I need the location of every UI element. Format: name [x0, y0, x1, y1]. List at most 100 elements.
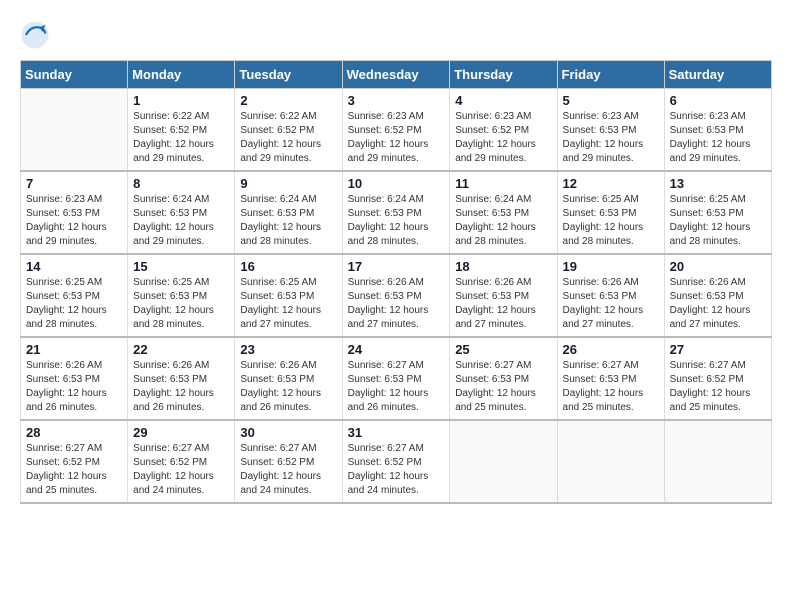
day-number: 22: [133, 342, 229, 357]
day-cell: 21Sunrise: 6:26 AMSunset: 6:53 PMDayligh…: [21, 337, 128, 420]
day-number: 16: [240, 259, 336, 274]
day-number: 10: [348, 176, 445, 191]
day-cell: 7 Sunrise: 6:23 AMSunset: 6:53 PMDaylight…: [21, 171, 128, 254]
day-number: 14: [26, 259, 122, 274]
calendar-header: SundayMondayTuesdayWednesdayThursdayFrid…: [21, 61, 772, 89]
day-number: 13: [670, 176, 766, 191]
calendar-body: 1 Sunrise: 6:22 AMSunset: 6:52 PMDaylight…: [21, 89, 772, 504]
day-number: 26: [563, 342, 659, 357]
day-number: 28: [26, 425, 122, 440]
day-number: 15: [133, 259, 229, 274]
day-info: Sunrise: 6:27 AMSunset: 6:53 PMDaylight:…: [348, 359, 445, 415]
day-number: 19: [563, 259, 659, 274]
day-cell: 18Sunrise: 6:26 AMSunset: 6:53 PMDayligh…: [450, 254, 557, 337]
day-info: Sunrise: 6:26 AMSunset: 6:53 PMDaylight:…: [348, 276, 445, 332]
day-info: Sunrise: 6:24 AMSunset: 6:53 PMDaylight:…: [240, 193, 336, 249]
header-day: Friday: [557, 61, 664, 89]
day-cell: 6Sunrise: 6:23 AMSunset: 6:53 PMDaylight…: [664, 89, 771, 172]
day-info: Sunrise: 6:26 AMSunset: 6:53 PMDaylight:…: [455, 276, 551, 332]
day-cell: 31Sunrise: 6:27 AMSunset: 6:52 PMDayligh…: [342, 420, 450, 503]
day-cell: 5 Sunrise: 6:23 AMSunset: 6:53 PMDaylight…: [557, 89, 664, 172]
day-info: Sunrise: 6:22 AMSunset: 6:52 PMDaylight:…: [240, 110, 336, 166]
day-info: Sunrise: 6:23 AMSunset: 6:52 PMDaylight:…: [455, 110, 551, 166]
day-info: Sunrise: 6:25 AMSunset: 6:53 PMDaylight:…: [133, 276, 229, 332]
day-info: Sunrise: 6:27 AMSunset: 6:52 PMDaylight:…: [670, 359, 766, 415]
header-day: Saturday: [664, 61, 771, 89]
day-cell: [664, 420, 771, 503]
header-day: Wednesday: [342, 61, 450, 89]
week-row: 7 Sunrise: 6:23 AMSunset: 6:53 PMDaylight…: [21, 171, 772, 254]
day-info: Sunrise: 6:26 AMSunset: 6:53 PMDaylight:…: [670, 276, 766, 332]
day-info: Sunrise: 6:25 AMSunset: 6:53 PMDaylight:…: [563, 193, 659, 249]
day-cell: 30Sunrise: 6:27 AMSunset: 6:52 PMDayligh…: [235, 420, 342, 503]
header-day: Tuesday: [235, 61, 342, 89]
day-cell: 13 Sunrise: 6:25 AMSunset: 6:53 PMDayligh…: [664, 171, 771, 254]
calendar-table: SundayMondayTuesdayWednesdayThursdayFrid…: [20, 60, 772, 504]
day-info: Sunrise: 6:25 AMSunset: 6:53 PMDaylight:…: [240, 276, 336, 332]
day-cell: 11Sunrise: 6:24 AMSunset: 6:53 PMDayligh…: [450, 171, 557, 254]
day-info: Sunrise: 6:25 AMSunset: 6:53 PMDaylight:…: [26, 276, 122, 332]
header-day: Monday: [128, 61, 235, 89]
day-cell: 15 Sunrise: 6:25 AMSunset: 6:53 PMDayligh…: [128, 254, 235, 337]
day-cell: 14 Sunrise: 6:25 AMSunset: 6:53 PMDayligh…: [21, 254, 128, 337]
day-number: 27: [670, 342, 766, 357]
day-cell: 27 Sunrise: 6:27 AMSunset: 6:52 PMDayligh…: [664, 337, 771, 420]
day-number: 23: [240, 342, 336, 357]
day-cell: 16 Sunrise: 6:25 AMSunset: 6:53 PMDayligh…: [235, 254, 342, 337]
day-cell: [450, 420, 557, 503]
day-cell: 1 Sunrise: 6:22 AMSunset: 6:52 PMDaylight…: [128, 89, 235, 172]
day-info: Sunrise: 6:22 AMSunset: 6:52 PMDaylight:…: [133, 110, 229, 166]
day-cell: 9 Sunrise: 6:24 AMSunset: 6:53 PMDaylight…: [235, 171, 342, 254]
day-cell: 24 Sunrise: 6:27 AMSunset: 6:53 PMDayligh…: [342, 337, 450, 420]
day-cell: 25 Sunrise: 6:27 AMSunset: 6:53 PMDayligh…: [450, 337, 557, 420]
day-cell: 2 Sunrise: 6:22 AMSunset: 6:52 PMDaylight…: [235, 89, 342, 172]
day-cell: 8 Sunrise: 6:24 AMSunset: 6:53 PMDaylight…: [128, 171, 235, 254]
day-info: Sunrise: 6:23 AMSunset: 6:52 PMDaylight:…: [348, 110, 445, 166]
logo-icon: [20, 20, 50, 50]
day-number: 20: [670, 259, 766, 274]
week-row: 1 Sunrise: 6:22 AMSunset: 6:52 PMDaylight…: [21, 89, 772, 172]
day-info: Sunrise: 6:23 AMSunset: 6:53 PMDaylight:…: [670, 110, 766, 166]
header-row: SundayMondayTuesdayWednesdayThursdayFrid…: [21, 61, 772, 89]
day-info: Sunrise: 6:26 AMSunset: 6:53 PMDaylight:…: [133, 359, 229, 415]
day-cell: 17Sunrise: 6:26 AMSunset: 6:53 PMDayligh…: [342, 254, 450, 337]
day-number: 9: [240, 176, 336, 191]
header: [20, 20, 772, 50]
day-cell: 4 Sunrise: 6:23 AMSunset: 6:52 PMDaylight…: [450, 89, 557, 172]
logo: [20, 20, 52, 50]
day-info: Sunrise: 6:27 AMSunset: 6:53 PMDaylight:…: [455, 359, 551, 415]
day-number: 5: [563, 93, 659, 108]
day-info: Sunrise: 6:26 AMSunset: 6:53 PMDaylight:…: [240, 359, 336, 415]
day-cell: 3 Sunrise: 6:23 AMSunset: 6:52 PMDaylight…: [342, 89, 450, 172]
day-info: Sunrise: 6:27 AMSunset: 6:52 PMDaylight:…: [26, 442, 122, 498]
day-info: Sunrise: 6:23 AMSunset: 6:53 PMDaylight:…: [563, 110, 659, 166]
day-number: 8: [133, 176, 229, 191]
day-cell: 23 Sunrise: 6:26 AMSunset: 6:53 PMDayligh…: [235, 337, 342, 420]
day-cell: 29 Sunrise: 6:27 AMSunset: 6:52 PMDayligh…: [128, 420, 235, 503]
day-cell: 22 Sunrise: 6:26 AMSunset: 6:53 PMDayligh…: [128, 337, 235, 420]
day-info: Sunrise: 6:27 AMSunset: 6:52 PMDaylight:…: [133, 442, 229, 498]
week-row: 28 Sunrise: 6:27 AMSunset: 6:52 PMDayligh…: [21, 420, 772, 503]
day-info: Sunrise: 6:27 AMSunset: 6:53 PMDaylight:…: [563, 359, 659, 415]
day-info: Sunrise: 6:26 AMSunset: 6:53 PMDaylight:…: [26, 359, 122, 415]
page-container: SundayMondayTuesdayWednesdayThursdayFrid…: [20, 20, 772, 504]
day-number: 7: [26, 176, 122, 191]
day-number: 1: [133, 93, 229, 108]
day-number: 29: [133, 425, 229, 440]
day-number: 24: [348, 342, 445, 357]
day-number: 3: [348, 93, 445, 108]
day-info: Sunrise: 6:24 AMSunset: 6:53 PMDaylight:…: [133, 193, 229, 249]
day-number: 12: [563, 176, 659, 191]
day-info: Sunrise: 6:23 AMSunset: 6:53 PMDaylight:…: [26, 193, 122, 249]
day-cell: 10 Sunrise: 6:24 AMSunset: 6:53 PMDayligh…: [342, 171, 450, 254]
day-info: Sunrise: 6:24 AMSunset: 6:53 PMDaylight:…: [348, 193, 445, 249]
day-number: 2: [240, 93, 336, 108]
day-info: Sunrise: 6:24 AMSunset: 6:53 PMDaylight:…: [455, 193, 551, 249]
week-row: 14 Sunrise: 6:25 AMSunset: 6:53 PMDayligh…: [21, 254, 772, 337]
day-cell: 12 Sunrise: 6:25 AMSunset: 6:53 PMDayligh…: [557, 171, 664, 254]
day-number: 4: [455, 93, 551, 108]
day-info: Sunrise: 6:25 AMSunset: 6:53 PMDaylight:…: [670, 193, 766, 249]
day-number: 25: [455, 342, 551, 357]
day-number: 30: [240, 425, 336, 440]
header-day: Thursday: [450, 61, 557, 89]
